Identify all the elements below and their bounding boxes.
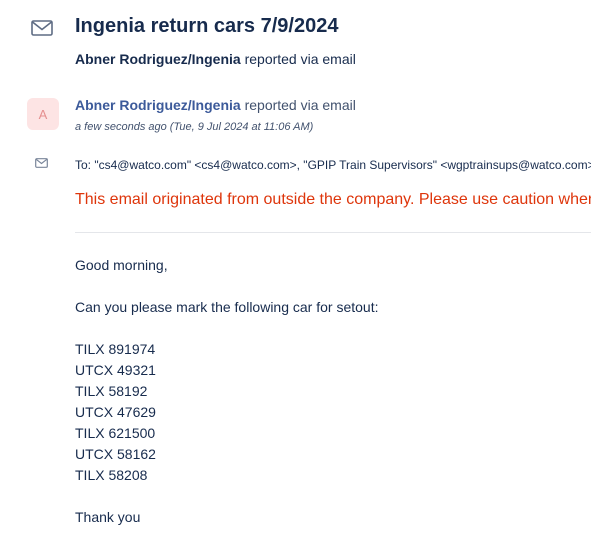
car-item: TILX 58208 xyxy=(75,467,148,483)
message-author-line: Abner Rodriguez/Ingenia reported via ema… xyxy=(75,97,356,113)
reporter-line: Abner Rodriguez/Ingenia reported via ema… xyxy=(75,51,356,67)
avatar[interactable]: A xyxy=(27,98,59,130)
car-item: TILX 58192 xyxy=(75,383,148,399)
message-body: Good morning, Can you please mark the fo… xyxy=(75,255,379,528)
car-item: UTCX 58162 xyxy=(75,446,156,462)
external-email-warning: This email originated from outside the c… xyxy=(75,191,591,208)
car-item: TILX 621500 xyxy=(75,425,156,441)
recipients-line: To: "cs4@watco.com" <cs4@watco.com>, "GP… xyxy=(75,158,591,172)
car-item: TILX 891974 xyxy=(75,341,156,357)
message-timestamp: a few seconds ago (Tue, 9 Jul 2024 at 11… xyxy=(75,121,314,133)
ticket-title: Ingenia return cars 7/9/2024 xyxy=(75,15,339,37)
to-label: To: xyxy=(75,158,92,172)
divider xyxy=(75,232,591,233)
message-reported-via: reported via email xyxy=(244,97,356,113)
reported-via-text: reported via email xyxy=(244,51,356,67)
closing: Thank you xyxy=(75,509,141,525)
car-item: UTCX 47629 xyxy=(75,404,156,420)
request-text: Can you please mark the following car fo… xyxy=(75,299,379,315)
car-item: UTCX 49321 xyxy=(75,362,156,378)
recipients-value: "cs4@watco.com" <cs4@watco.com>, "GPIP T… xyxy=(94,158,591,172)
envelope-icon xyxy=(35,158,48,168)
author-link[interactable]: Abner Rodriguez/Ingenia xyxy=(75,97,241,113)
reporter-name[interactable]: Abner Rodriguez/Ingenia xyxy=(75,51,241,67)
greeting: Good morning, xyxy=(75,257,168,273)
envelope-icon xyxy=(31,20,53,36)
